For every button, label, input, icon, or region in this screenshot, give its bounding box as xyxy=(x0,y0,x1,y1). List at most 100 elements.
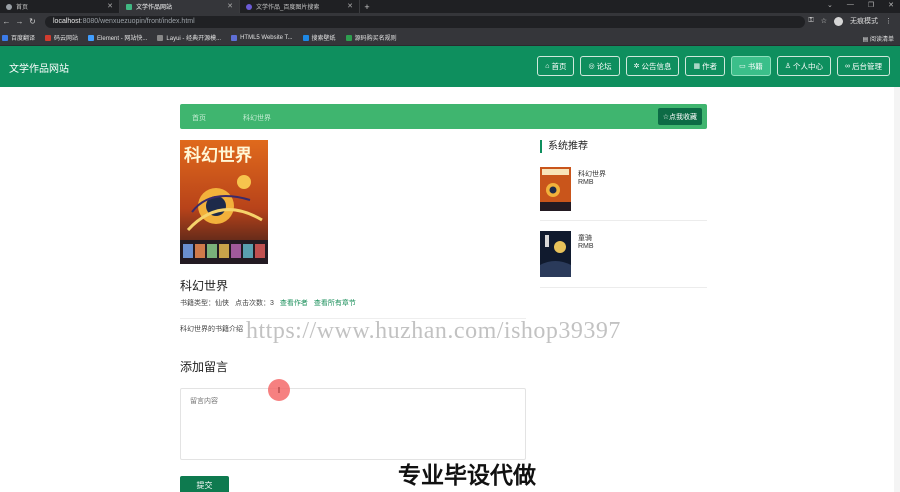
book-icon: ▭ xyxy=(739,63,746,70)
tab-label: 首页 xyxy=(16,5,29,11)
bookmark-label: 搜索壁纸 xyxy=(311,36,336,42)
chevron-down-icon[interactable]: ⌄ xyxy=(827,1,833,9)
browser-tab-bar: 首页 ✕ 文学作品网站 ✕ 文学作品_百度图片搜索 ✕ + ⌄ — ❐ ✕ xyxy=(0,0,900,13)
link-icon: ∞ xyxy=(845,62,850,70)
tab-label: 文学作品_百度图片搜索 xyxy=(256,5,320,11)
source-icon xyxy=(345,34,352,41)
breadcrumb-home[interactable]: 首页 xyxy=(192,113,206,123)
back-button[interactable]: ← xyxy=(0,17,13,26)
bookmark-label: 百度翻译 xyxy=(11,36,36,42)
book-title: 科幻世界 xyxy=(180,279,229,293)
forward-button[interactable]: → xyxy=(13,17,26,26)
window-controls: ⌄ — ❐ ✕ xyxy=(827,1,894,9)
close-icon[interactable]: ✕ xyxy=(347,2,353,10)
url-host: localhost xyxy=(53,18,81,25)
nav-user-center[interactable]: ♙ 个人中心 xyxy=(776,56,831,76)
nav-notice[interactable]: ✲ 公告信息 xyxy=(625,56,680,76)
submit-button[interactable]: 提交 xyxy=(180,476,229,492)
close-icon[interactable]: ✕ xyxy=(227,2,233,10)
reading-list-icon: ▤ xyxy=(862,37,870,43)
address-bar: ← → ↻ localhost:8080/wenxuezuopin/front/… xyxy=(0,13,900,30)
main-nav: ⌂ 首页 ◎ 论坛 ✲ 公告信息 ▦ 作者 ▭ 书籍 ♙ 个人中心 ∞ 后台管理 xyxy=(537,56,890,76)
bookmark-item[interactable]: Layui - 经典开源模... xyxy=(157,33,221,42)
author-icon: ▦ xyxy=(693,63,701,70)
maximize-button[interactable]: ❐ xyxy=(868,1,874,9)
browser-tab-baidu[interactable]: 文学作品_百度图片搜索 ✕ xyxy=(240,0,360,13)
close-icon[interactable]: ✕ xyxy=(107,2,113,10)
book-cover-image: 科幻世界 xyxy=(180,140,268,264)
bookmarks-bar: 百度翻译 码云网站 Element - 网站快... Layui - 经典开源模… xyxy=(0,30,900,46)
click-count-value: 3 xyxy=(270,300,274,307)
nav-label: 首页 xyxy=(551,61,567,71)
cursor-indicator: I xyxy=(268,379,290,401)
bookmark-item[interactable]: 搜索壁纸 xyxy=(302,33,336,42)
address-bar-actions: ⚿ ☆ 无痕模式 ⋮ xyxy=(808,16,892,26)
bookmark-label: 源码购买名规则 xyxy=(354,36,397,42)
bookmark-item[interactable]: 码云网站 xyxy=(45,33,78,42)
recommend-cover-image xyxy=(540,167,571,211)
bookmark-item[interactable]: 百度翻译 xyxy=(2,33,35,42)
notice-icon: ✲ xyxy=(633,63,640,70)
url-input[interactable]: localhost:8080/wenxuezuopin/front/index.… xyxy=(45,15,805,28)
nav-author[interactable]: ▦ 作者 xyxy=(685,56,726,76)
recommend-name: 科幻世界 xyxy=(578,171,606,178)
nav-home[interactable]: ⌂ 首页 xyxy=(537,56,575,76)
recommend-item[interactable]: 童骑 RMB xyxy=(540,230,707,288)
site-header: 文学作品网站 ⌂ 首页 ◎ 论坛 ✲ 公告信息 ▦ 作者 ▭ 书籍 ♙ 个人中心 ∞ 后台管理 xyxy=(0,46,900,87)
cursor-glyph: I xyxy=(277,385,281,395)
globe-icon xyxy=(6,3,12,10)
reading-list-button[interactable]: ▤ 阅读清单 xyxy=(863,34,894,43)
new-tab-button[interactable]: + xyxy=(360,0,374,13)
nav-label: 作者 xyxy=(702,61,718,71)
bookmark-label: Element - 网站快... xyxy=(97,36,148,42)
bookmark-label: HTML5 Website T... xyxy=(240,34,293,41)
book-type-value: 仙侠 xyxy=(215,300,229,307)
browser-tab-site[interactable]: 文学作品网站 ✕ xyxy=(120,0,240,13)
forum-icon: ◎ xyxy=(588,63,595,70)
favorite-button[interactable]: ☆ 点我收藏 xyxy=(657,108,702,125)
bookmark-item[interactable]: 源码购买名规则 xyxy=(345,33,397,42)
nav-forum[interactable]: ◎ 论坛 xyxy=(580,56,620,76)
html5-icon xyxy=(231,34,238,41)
key-icon[interactable]: ⚿ xyxy=(808,17,813,25)
recommend-price: RMB xyxy=(578,243,594,250)
element-icon xyxy=(88,34,95,41)
document-icon xyxy=(157,34,164,41)
nav-books[interactable]: ▭ 书籍 xyxy=(731,56,771,76)
site-title: 文学作品网站 xyxy=(9,64,69,75)
translate-icon xyxy=(2,34,8,41)
breadcrumb: 首页 科幻世界 ☆ 点我收藏 xyxy=(180,104,707,129)
nav-label: 个人中心 xyxy=(793,61,823,71)
nav-admin[interactable]: ∞ 后台管理 xyxy=(837,56,890,76)
bookmark-label: Layui - 经典开源模... xyxy=(166,36,222,42)
bookmark-item[interactable]: Element - 网站快... xyxy=(88,33,147,42)
browser-tab-home[interactable]: 首页 ✕ xyxy=(0,0,120,13)
user-icon: ♙ xyxy=(784,63,791,70)
profile-label: 无痕模式 xyxy=(850,18,878,25)
window-close-button[interactable]: ✕ xyxy=(888,1,894,9)
reload-button[interactable]: ↻ xyxy=(26,17,39,26)
minimize-button[interactable]: — xyxy=(847,1,854,9)
recommend-price: RMB xyxy=(578,179,594,186)
star-icon[interactable]: ☆ xyxy=(821,17,827,25)
bookmark-item[interactable]: HTML5 Website T... xyxy=(231,34,293,41)
baidu-icon xyxy=(246,3,252,10)
avatar[interactable] xyxy=(834,16,843,26)
nav-label: 后台管理 xyxy=(852,61,882,71)
comment-input[interactable] xyxy=(180,388,526,460)
menu-icon[interactable]: ⋮ xyxy=(885,17,892,25)
recommend-item[interactable]: 科幻世界 RMB xyxy=(540,166,707,221)
comment-section-title: 添加留言 xyxy=(180,360,229,374)
nav-label: 公告信息 xyxy=(641,61,672,71)
nav-label: 书籍 xyxy=(747,61,763,71)
bookmark-label: 码云网站 xyxy=(54,36,79,42)
scrollbar[interactable] xyxy=(894,87,900,492)
recommend-cover-image xyxy=(540,231,571,277)
nav-label: 论坛 xyxy=(596,61,612,71)
recommend-title: 系统推荐 xyxy=(540,140,588,153)
watermark-text: https://www.huzhan.com/ishop39397 xyxy=(246,318,621,344)
home-icon: ⌂ xyxy=(545,62,550,70)
view-chapters-link[interactable]: 查看所有章节 xyxy=(314,298,356,308)
recommend-name: 童骑 xyxy=(578,235,592,242)
view-author-link[interactable]: 查看作者 xyxy=(280,298,308,308)
